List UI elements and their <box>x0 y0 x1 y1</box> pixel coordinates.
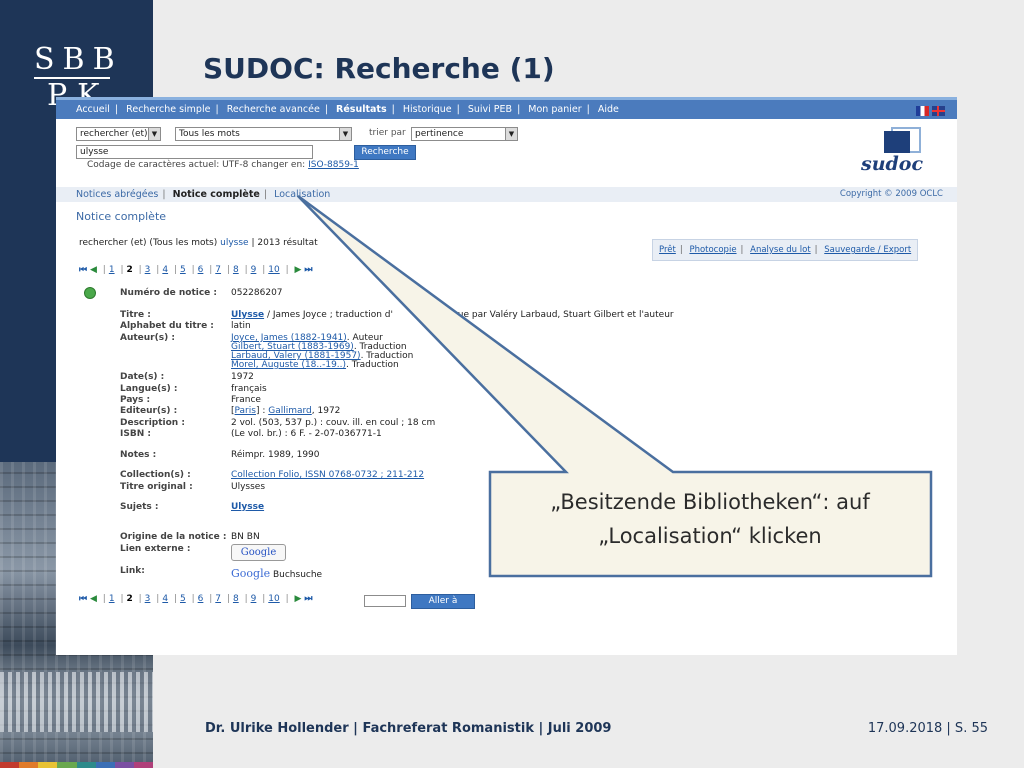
callout-shape <box>297 194 933 578</box>
footer-author: Dr. Ulrike Hollender | Fachreferat Roman… <box>205 721 612 736</box>
footer-page: 17.09.2018 | S. 55 <box>867 721 988 736</box>
callout-text: „Besitzende Bibliotheken“: auf „Localisa… <box>550 490 870 548</box>
